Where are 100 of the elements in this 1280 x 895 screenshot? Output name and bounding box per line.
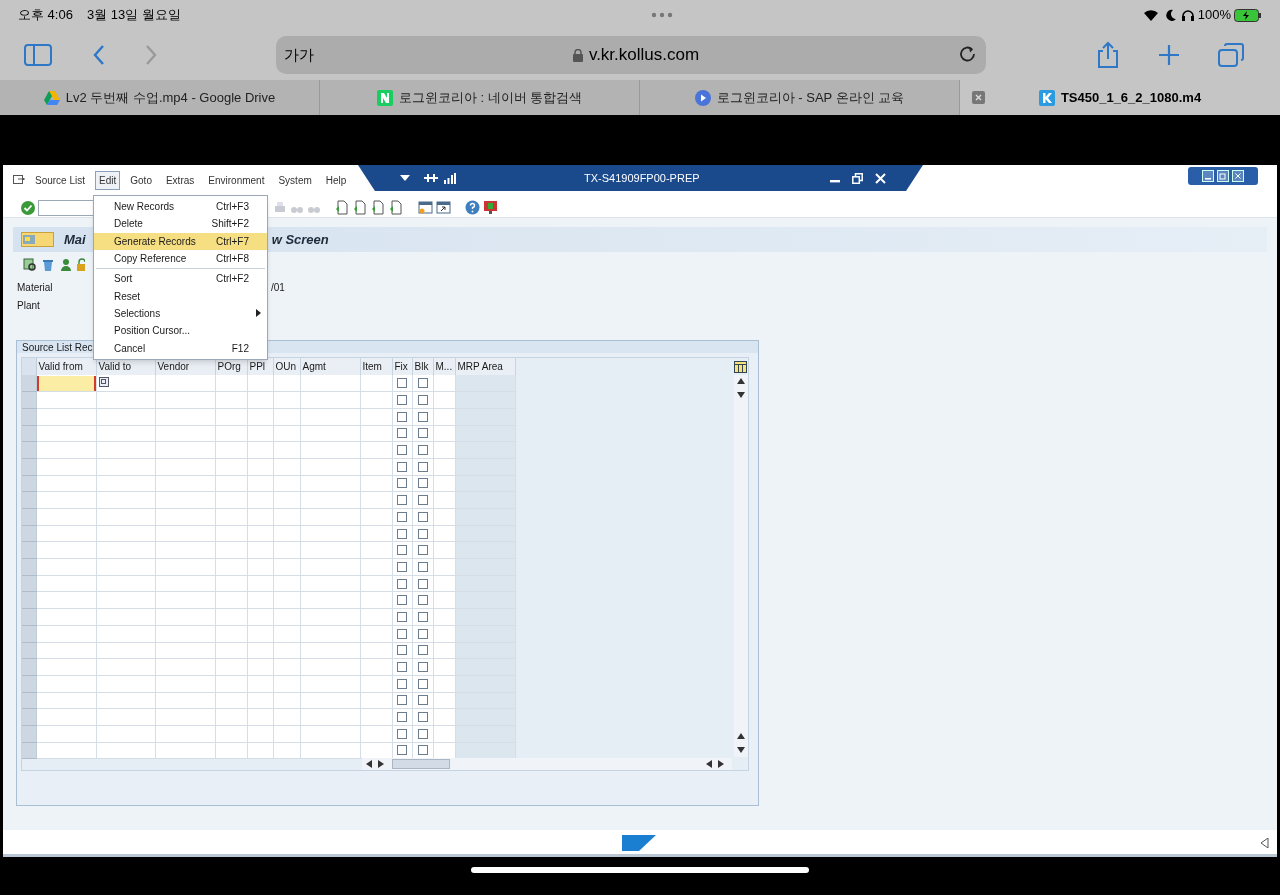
- checkbox[interactable]: [417, 411, 428, 422]
- checkbox[interactable]: [417, 628, 428, 639]
- table-cell[interactable]: [392, 375, 412, 392]
- menu-item[interactable]: System: [274, 170, 316, 190]
- checkbox[interactable]: [397, 445, 407, 456]
- text-size-button[interactable]: 가가: [284, 43, 314, 67]
- checkbox[interactable]: [397, 595, 407, 606]
- checkbox[interactable]: [417, 595, 428, 606]
- table-cell[interactable]: [215, 375, 247, 392]
- checkbox[interactable]: [397, 678, 407, 689]
- sap-menu-icon[interactable]: [13, 175, 25, 185]
- address-bar[interactable]: 가가 v.kr.kollus.com: [276, 36, 986, 74]
- checkbox[interactable]: [417, 461, 428, 472]
- menu-item[interactable]: Environment: [204, 170, 269, 190]
- checkbox[interactable]: [417, 445, 428, 456]
- signal-bars-icon[interactable]: [444, 172, 456, 184]
- window-controls[interactable]: [1188, 167, 1258, 185]
- column-header[interactable]: Agmt: [300, 358, 360, 375]
- checkbox[interactable]: [397, 411, 407, 422]
- menu-option[interactable]: Delete Shift+F2: [94, 215, 267, 233]
- table-cell[interactable]: [455, 375, 515, 392]
- table-cell[interactable]: [273, 375, 300, 392]
- next-page-icon[interactable]: [371, 200, 386, 215]
- checkbox[interactable]: [397, 461, 407, 472]
- new-session-icon[interactable]: [418, 200, 433, 215]
- table-cell[interactable]: [96, 375, 155, 392]
- checkbox[interactable]: [397, 395, 407, 406]
- new-tab-icon[interactable]: [1158, 44, 1180, 66]
- screen-menu-button[interactable]: [21, 232, 54, 247]
- menu-option[interactable]: Cancel F12: [94, 339, 267, 357]
- column-header[interactable]: Blk: [412, 358, 433, 375]
- column-header[interactable]: MRP Area: [455, 358, 515, 375]
- browser-tab[interactable]: TS450_1_6_2_1080.m4: [960, 80, 1280, 115]
- checkbox[interactable]: [397, 545, 407, 556]
- checkbox[interactable]: [417, 495, 428, 506]
- checkbox[interactable]: [417, 712, 428, 723]
- value-help-icon[interactable]: [98, 377, 109, 388]
- menu-option[interactable]: Sort Ctrl+F2: [94, 270, 267, 288]
- checkbox[interactable]: [417, 611, 428, 622]
- checkbox[interactable]: [397, 628, 407, 639]
- checkbox[interactable]: [397, 528, 407, 539]
- table-cell[interactable]: [247, 375, 273, 392]
- table-cell[interactable]: [360, 375, 392, 392]
- checkbox[interactable]: [417, 478, 428, 489]
- menu-option[interactable]: Reset: [94, 287, 267, 305]
- last-page-icon[interactable]: [389, 200, 404, 215]
- checkbox[interactable]: [417, 662, 428, 673]
- menu-item[interactable]: Extras: [161, 170, 199, 190]
- person-icon[interactable]: [59, 258, 73, 272]
- checkbox[interactable]: [417, 578, 428, 589]
- row-selector[interactable]: [22, 375, 36, 392]
- checkbox[interactable]: [397, 495, 407, 506]
- checkbox[interactable]: [397, 511, 407, 522]
- checkbox[interactable]: [397, 578, 407, 589]
- checkbox[interactable]: [397, 478, 407, 489]
- sidebar-icon[interactable]: [24, 44, 52, 66]
- first-page-icon[interactable]: [335, 200, 350, 215]
- status-expand-icon[interactable]: [1261, 838, 1269, 848]
- share-icon[interactable]: [1096, 41, 1120, 69]
- layout-menu-icon[interactable]: [483, 200, 498, 215]
- menu-item[interactable]: Help: [321, 170, 351, 190]
- checkbox[interactable]: [417, 678, 428, 689]
- checkbox[interactable]: [417, 428, 428, 439]
- table-cell[interactable]: [412, 375, 433, 392]
- checkbox[interactable]: [417, 511, 428, 522]
- input-field[interactable]: [36, 375, 96, 391]
- lock-icon[interactable]: [77, 258, 85, 272]
- menu-option[interactable]: Selections: [94, 304, 267, 323]
- checkbox[interactable]: [397, 428, 407, 439]
- pin-icon[interactable]: [424, 173, 438, 183]
- menu-option[interactable]: Generate Records Ctrl+F7: [94, 232, 267, 250]
- checkbox[interactable]: [417, 695, 428, 706]
- display-icon[interactable]: [23, 258, 37, 272]
- horizontal-scrollbar[interactable]: [362, 758, 732, 770]
- enter-check-icon[interactable]: [21, 200, 35, 215]
- vertical-scrollbar[interactable]: [734, 375, 748, 757]
- previous-page-icon[interactable]: [353, 200, 368, 215]
- checkbox[interactable]: [397, 662, 407, 673]
- close-icon[interactable]: [874, 172, 886, 184]
- checkbox[interactable]: [397, 712, 407, 723]
- checkbox[interactable]: [417, 528, 428, 539]
- menu-item[interactable]: Goto: [126, 170, 156, 190]
- menu-item[interactable]: Source List: [31, 170, 90, 190]
- checkbox[interactable]: [417, 545, 428, 556]
- trash-icon[interactable]: [41, 258, 55, 272]
- table-cell[interactable]: [300, 375, 360, 392]
- column-header[interactable]: Valid from: [36, 358, 96, 375]
- checkbox[interactable]: [417, 378, 428, 389]
- checkbox[interactable]: [397, 728, 407, 739]
- menu-option[interactable]: New Records Ctrl+F3: [94, 198, 267, 216]
- column-header[interactable]: M...: [433, 358, 455, 375]
- menu-option[interactable]: Copy Reference Ctrl+F8: [94, 249, 267, 268]
- home-indicator[interactable]: [471, 866, 809, 873]
- back-icon[interactable]: [92, 44, 106, 66]
- column-header[interactable]: OUn: [273, 358, 300, 375]
- checkbox[interactable]: [417, 561, 428, 572]
- checkbox[interactable]: [397, 695, 407, 706]
- menu-option[interactable]: Position Cursor...: [94, 322, 267, 340]
- menu-item[interactable]: Edit: [95, 170, 121, 190]
- checkbox[interactable]: [397, 645, 407, 656]
